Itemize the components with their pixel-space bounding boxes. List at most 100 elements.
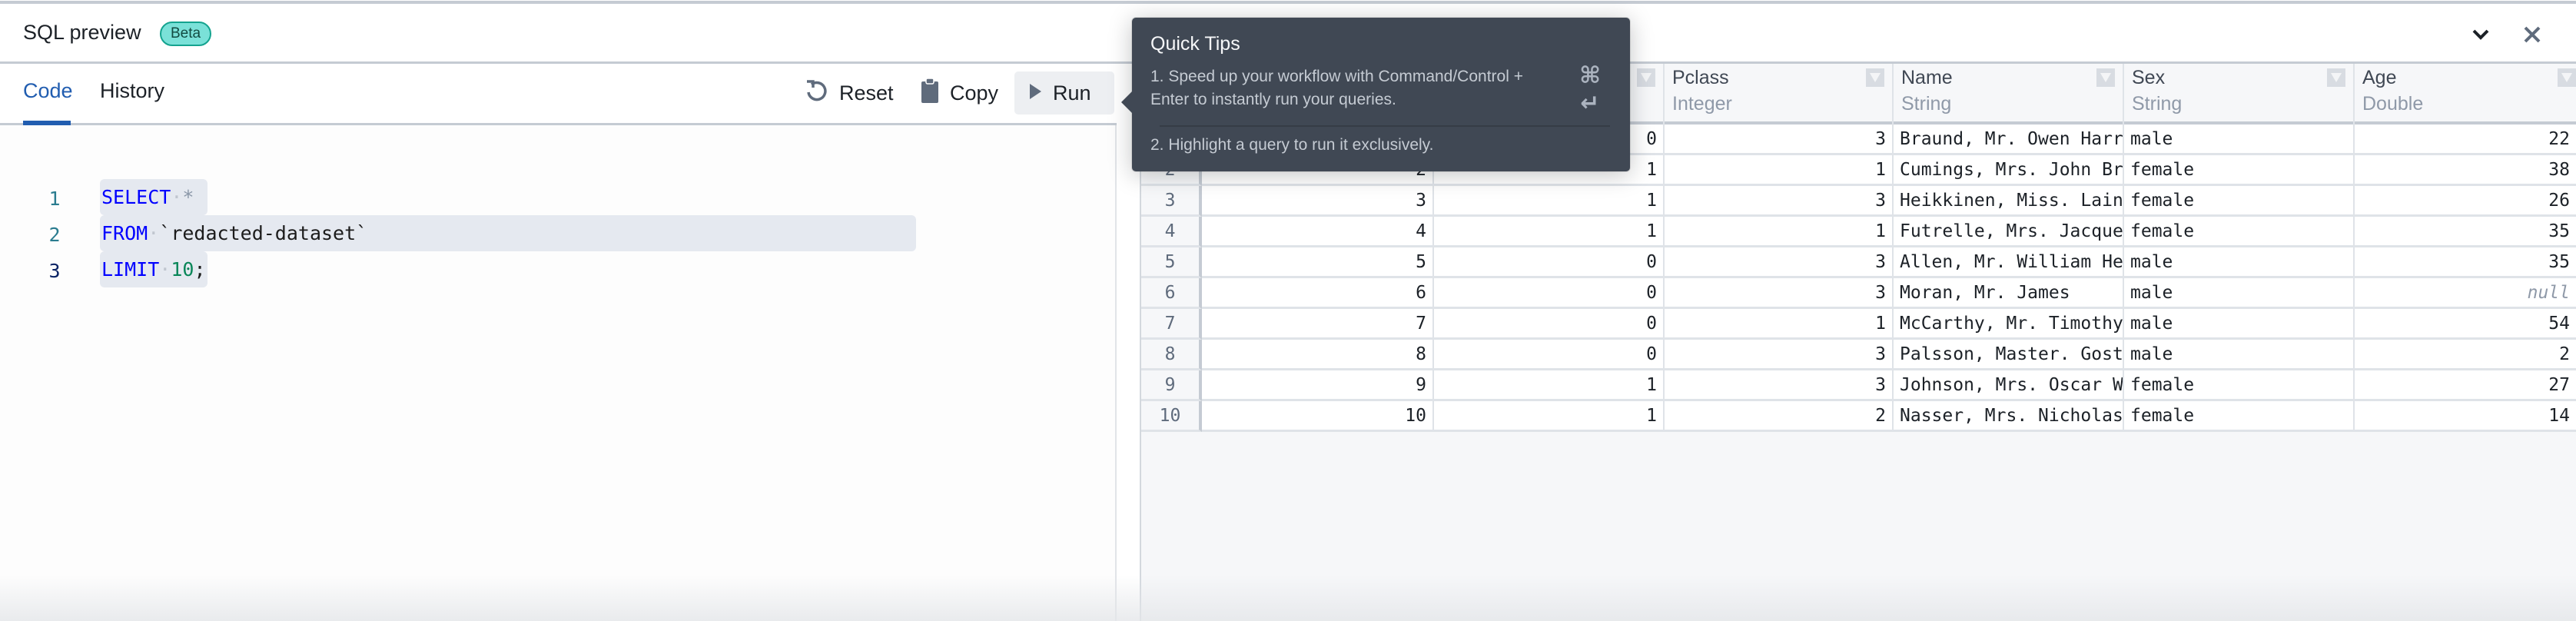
chevron-down-icon[interactable] [2465,19,2496,50]
cell-sex[interactable]: female [2124,155,2355,186]
row-index[interactable]: 6 [1141,278,1202,309]
cell-age[interactable]: 2 [2355,340,2576,370]
cell-age[interactable]: 35 [2355,217,2576,247]
code-line-3[interactable]: LIMIT·10; [100,251,207,287]
cell[interactable]: 10 [1202,401,1434,432]
cell[interactable]: 4 [1202,217,1434,247]
table-row[interactable]: 9 9 1 3 Johnson, Mrs. Oscar Wfemale 27 [1141,370,2576,401]
filter-icon[interactable] [2327,68,2345,87]
cell-name[interactable]: Futrelle, Mrs. Jacques Heath [1894,217,2124,247]
cell-pclass[interactable]: 3 [1665,247,1894,278]
cell[interactable]: 7 [1202,309,1434,340]
cell-sex[interactable]: female [2124,217,2355,247]
close-icon[interactable] [2517,19,2548,50]
cell[interactable]: 0 [1434,278,1665,309]
table-row[interactable]: 4411Futrelle, Mrs. Jacques Heathfemale35 [1141,217,2576,247]
cell-sex[interactable]: female [2124,370,2355,401]
cell-age[interactable]: 26 [2355,186,2576,217]
cell-sex[interactable]: female [2124,186,2355,217]
filter-icon[interactable] [2558,68,2576,87]
cell[interactable]: 9 [1202,370,1434,401]
column-header-name[interactable]: Name String [1894,64,2124,125]
cell-pclass[interactable]: 2 [1665,401,1894,432]
row-index[interactable]: 5 [1141,247,1202,278]
cell-age[interactable]: null [2355,278,2576,309]
row-index[interactable]: 7 [1141,309,1202,340]
filter-icon[interactable] [1637,68,1655,87]
run-label: Run [1053,81,1091,105]
filter-icon[interactable] [2096,68,2115,87]
row-index[interactable]: 4 [1141,217,1202,247]
cell-pclass[interactable]: 3 [1665,370,1894,401]
tab-history[interactable]: History [100,79,164,106]
cell-sex[interactable]: male [2124,340,2355,370]
table-row[interactable]: 10 10 1 2 Nasser, Mrs. Nicholas female 14 [1141,401,2576,432]
cell[interactable]: 3 [1202,186,1434,217]
tab-code[interactable]: Code [23,79,73,106]
cell-name[interactable]: Heikkinen, Miss. Laina [1894,186,2124,217]
cell-name[interactable]: McCarthy, Mr. Timothy J [1894,309,2124,340]
cell[interactable]: 0 [1434,340,1665,370]
cell-name[interactable]: Cumings, Mrs. John Bradley [1894,155,2124,186]
column-name: Name [1901,67,1953,88]
column-header-age[interactable]: Age Double [2355,64,2576,125]
row-index[interactable]: 3 [1141,186,1202,217]
cell[interactable]: 6 [1202,278,1434,309]
cell-age[interactable]: 38 [2355,155,2576,186]
cell-pclass[interactable]: 3 [1665,186,1894,217]
reset-button[interactable]: Reset [792,71,908,115]
cell-pclass[interactable]: 3 [1665,340,1894,370]
line-number: 2 [48,224,61,246]
run-button[interactable]: Run [1014,71,1114,115]
column-name: Pclass [1672,67,1729,88]
cell-pclass[interactable]: 3 [1665,125,1894,155]
cell[interactable]: 0 [1434,309,1665,340]
cell-pclass[interactable]: 1 [1665,155,1894,186]
cell-name[interactable]: Braund, Mr. Owen Harris [1894,125,2124,155]
code-line-2[interactable]: FROM·`redacted-dataset` [100,215,916,251]
cell-name[interactable]: Moran, Mr. James [1894,278,2124,309]
cell-name[interactable]: Allen, Mr. William Henry [1894,247,2124,278]
code-editor[interactable]: 1 2 3 SELECT·* FROM·`redacted-dataset` L… [0,125,1115,621]
panel-resize-handle[interactable] [1117,125,1140,621]
code-line-1[interactable]: SELECT·* [100,179,207,215]
cell[interactable]: 8 [1202,340,1434,370]
table-row[interactable]: 7 7 0 1 McCarthy, Mr. Timothy Jmale 54 [1141,309,2576,340]
row-index[interactable]: 8 [1141,340,1202,370]
cell-pclass[interactable]: 1 [1665,309,1894,340]
cell-name[interactable]: Johnson, Mrs. Oscar W [1894,370,2124,401]
table-row[interactable]: 5503Allen, Mr. William Henrymale35 [1141,247,2576,278]
cell[interactable]: 1 [1434,401,1665,432]
filter-icon[interactable] [1866,68,1884,87]
cell-sex[interactable]: female [2124,401,2355,432]
cell-pclass[interactable]: 3 [1665,278,1894,309]
column-header-sex[interactable]: Sex String [2124,64,2355,125]
column-name: Age [2362,67,2397,88]
copy-button[interactable]: Copy [907,71,1012,115]
cell-sex[interactable]: male [2124,247,2355,278]
row-index[interactable]: 9 [1141,370,1202,401]
cell-age[interactable]: 14 [2355,401,2576,432]
cell-sex[interactable]: male [2124,278,2355,309]
reset-icon [805,78,828,108]
table-row[interactable]: 8803Palsson, Master. Gosta Leonardmale2 [1141,340,2576,370]
cell[interactable]: 1 [1434,186,1665,217]
cell-age[interactable]: 35 [2355,247,2576,278]
cell-age[interactable]: 22 [2355,125,2576,155]
table-row[interactable]: 6 6 0 3 Moran, Mr. James male null [1141,278,2576,309]
cell-age[interactable]: 27 [2355,370,2576,401]
cell[interactable]: 5 [1202,247,1434,278]
cell-age[interactable]: 54 [2355,309,2576,340]
table-row[interactable]: 3 3 1 3 Heikkinen, Miss. Laina female 26 [1141,186,2576,217]
column-type: Integer [1672,93,1732,115]
row-index[interactable]: 10 [1141,401,1202,432]
cell-name[interactable]: Palsson, Master. Gosta Leonard [1894,340,2124,370]
cell-pclass[interactable]: 1 [1665,217,1894,247]
cell[interactable]: 0 [1434,247,1665,278]
cell-sex[interactable]: male [2124,125,2355,155]
cell[interactable]: 1 [1434,370,1665,401]
cell[interactable]: 1 [1434,217,1665,247]
column-header-pclass[interactable]: Pclass Integer [1665,64,1894,125]
cell-name[interactable]: Nasser, Mrs. Nicholas [1894,401,2124,432]
cell-sex[interactable]: male [2124,309,2355,340]
